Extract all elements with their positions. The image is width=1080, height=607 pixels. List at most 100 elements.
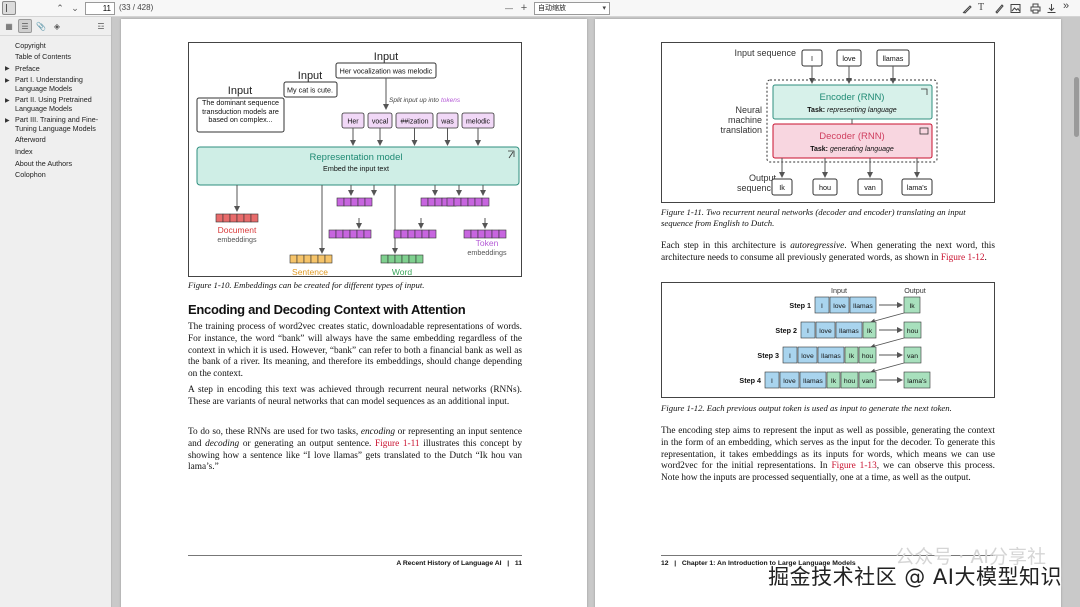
toolbar: ⌃ ⌄ (33 / 428) — + 自动缩放 ▾ T » <box>0 0 1080 17</box>
figure-1-12-caption: Figure 1-12. Each previous output token … <box>661 403 952 413</box>
representation-model-subtitle: Embed the input text <box>323 164 389 173</box>
sidebar: ▦ ☰ 📎 ◈ ☲ Copyright Table of Contents ▶ Pre… <box>0 17 112 607</box>
image-icon[interactable] <box>1010 3 1021 14</box>
document-viewer[interactable]: Input The dominant sequence transduction… <box>113 17 1080 607</box>
token-label: vocal <box>372 119 389 126</box>
expand-caret-icon[interactable]: ▶ <box>5 65 10 73</box>
figure-1-12-link[interactable]: Figure 1-12 <box>941 253 985 263</box>
text-tool-icon[interactable]: T <box>978 2 984 13</box>
outline-item-label: Afterword <box>15 135 46 145</box>
embedding-blocks <box>215 197 507 264</box>
token-box: was <box>436 112 459 146</box>
embeddings-sublabel: embeddings <box>290 277 330 278</box>
expand-caret-icon[interactable]: ▶ <box>5 97 10 105</box>
expand-caret-icon[interactable]: ▶ <box>5 117 10 125</box>
input-text-1: The dominant sequence transduction model… <box>201 99 280 124</box>
scrollbar-thumb[interactable] <box>1074 77 1079 137</box>
outline-item[interactable]: Copyright <box>0 40 111 52</box>
token-label: ##ization <box>400 119 428 126</box>
token-box: vocal <box>367 112 393 146</box>
token-row: Her vocal ##ization was melodic <box>341 112 495 146</box>
svg-text:Ik: Ik <box>867 328 873 335</box>
token-box: ##ization <box>395 112 434 146</box>
svg-text:I: I <box>807 328 809 335</box>
figure-1-10: Input The dominant sequence transduction… <box>188 42 522 278</box>
figure-1-13-link[interactable]: Figure 1-13 <box>831 461 876 471</box>
figure-1-11-link[interactable]: Figure 1-11 <box>375 439 420 449</box>
embeddings-sublabel: embeddings <box>217 235 257 244</box>
expand-caret-icon[interactable]: ▶ <box>5 77 10 85</box>
draw-icon[interactable] <box>994 3 1005 14</box>
nmt-label: Neural machine translation <box>720 105 762 135</box>
page-number-input[interactable] <box>85 2 115 15</box>
zoom-select[interactable]: 自动缩放 ▾ <box>534 2 610 15</box>
svg-text:Ik: Ik <box>909 303 915 310</box>
outline-item[interactable]: ▶ Part II. Using Pretrained Language Mode… <box>0 95 111 115</box>
outline-item[interactable]: ▶ Preface <box>0 63 111 75</box>
toggle-sidebar-button[interactable] <box>2 1 16 15</box>
zoom-in-button[interactable]: + <box>517 1 531 15</box>
print-icon[interactable] <box>1030 3 1041 14</box>
svg-text:lama's: lama's <box>907 183 928 192</box>
highlight-icon[interactable] <box>962 3 973 14</box>
paragraph-text: . <box>984 252 987 263</box>
input-column-label: Input <box>831 286 847 295</box>
outline-item-label: Part I. Understanding Language Models <box>15 75 83 93</box>
outline-list: Copyright Table of Contents ▶ Preface ▶ Part … <box>0 36 111 181</box>
svg-text:hou: hou <box>819 183 831 192</box>
split-note: Split input up into <box>389 97 439 104</box>
svg-text:Ik: Ik <box>849 353 855 360</box>
outline-item[interactable]: Index <box>0 146 111 158</box>
more-tools-icon[interactable]: » <box>1063 0 1069 12</box>
footer-separator: | <box>674 560 677 567</box>
paragraph: The encoding step aims to represent the … <box>661 426 995 485</box>
outline-item[interactable]: Colophon <box>0 170 111 182</box>
outline-item[interactable]: About the Authors <box>0 158 111 170</box>
step-label: Step 2 <box>775 326 797 335</box>
figure-1-11-caption: Figure 1-11. Two recurrent neural networ… <box>661 207 966 228</box>
svg-text:love: love <box>833 303 846 310</box>
thumbnails-icon[interactable]: ▦ <box>2 19 16 33</box>
token-label: was <box>440 119 454 126</box>
step-rows: Step 1 Ilove llamas IkStep 2 Ilove llamas Ik ho… <box>739 296 931 389</box>
embeddings-sublabel: embeddings <box>382 277 422 278</box>
current-outline-item-icon[interactable]: ☲ <box>94 19 108 33</box>
representation-model-title: Representation model <box>310 152 403 163</box>
footer-page-number: 12 <box>661 560 669 567</box>
chevron-up-icon[interactable]: ⌃ <box>53 1 67 15</box>
step-row: Step 1 Ilove llamas Ik <box>789 296 921 324</box>
emphasis-decoding: decoding <box>205 438 240 449</box>
outline-item[interactable]: Table of Contents <box>0 52 111 64</box>
save-icon[interactable] <box>1046 3 1057 14</box>
figure-1-10-diagram: Input The dominant sequence transduction… <box>196 51 520 278</box>
word-embeddings-label: Word <box>392 267 412 277</box>
outline-item[interactable]: ▶ Part I. Understanding Language Models <box>0 75 111 95</box>
outline-item[interactable]: ▶ Part III. Training and Fine-Tuning Lang… <box>0 115 111 135</box>
document-embedding <box>215 213 259 223</box>
layers-icon[interactable]: ◈ <box>50 19 64 33</box>
outline-icon[interactable]: ☰ <box>18 19 32 33</box>
input-label: Input <box>298 70 322 82</box>
footer-page-number: 11 <box>514 560 522 567</box>
token-embedding <box>336 197 373 207</box>
zoom-out-button[interactable]: — <box>502 1 516 15</box>
token-embedding <box>393 229 437 239</box>
encoder-task: Task: representing language <box>807 107 897 114</box>
svg-text:van: van <box>864 183 876 192</box>
paragraph: To do so, these RNNs are used for two ta… <box>188 427 522 474</box>
outline-item[interactable]: Afterword <box>0 135 111 147</box>
outline-item-label: Table of Contents <box>15 52 71 62</box>
chevron-down-icon[interactable]: ⌄ <box>68 1 82 15</box>
encoder-task-text: representing language <box>827 107 897 114</box>
footer-separator: | <box>507 560 510 567</box>
step-row: Step 4 Ilove llamas Ik hou van lama's <box>739 371 931 389</box>
svg-text:love: love <box>801 353 814 360</box>
outline-item-label: Part III. Training and Fine-Tuning Langu… <box>15 115 99 133</box>
input-label: Input <box>228 85 252 97</box>
svg-text:I: I <box>821 303 823 310</box>
attachments-icon[interactable]: 📎 <box>34 19 48 33</box>
svg-text:I: I <box>811 54 813 63</box>
svg-text:Ik: Ik <box>779 183 785 192</box>
embeddings-sublabel: embeddings <box>467 248 507 257</box>
figure-1-10-caption: Figure 1-10. Embeddings can be created f… <box>188 280 425 290</box>
